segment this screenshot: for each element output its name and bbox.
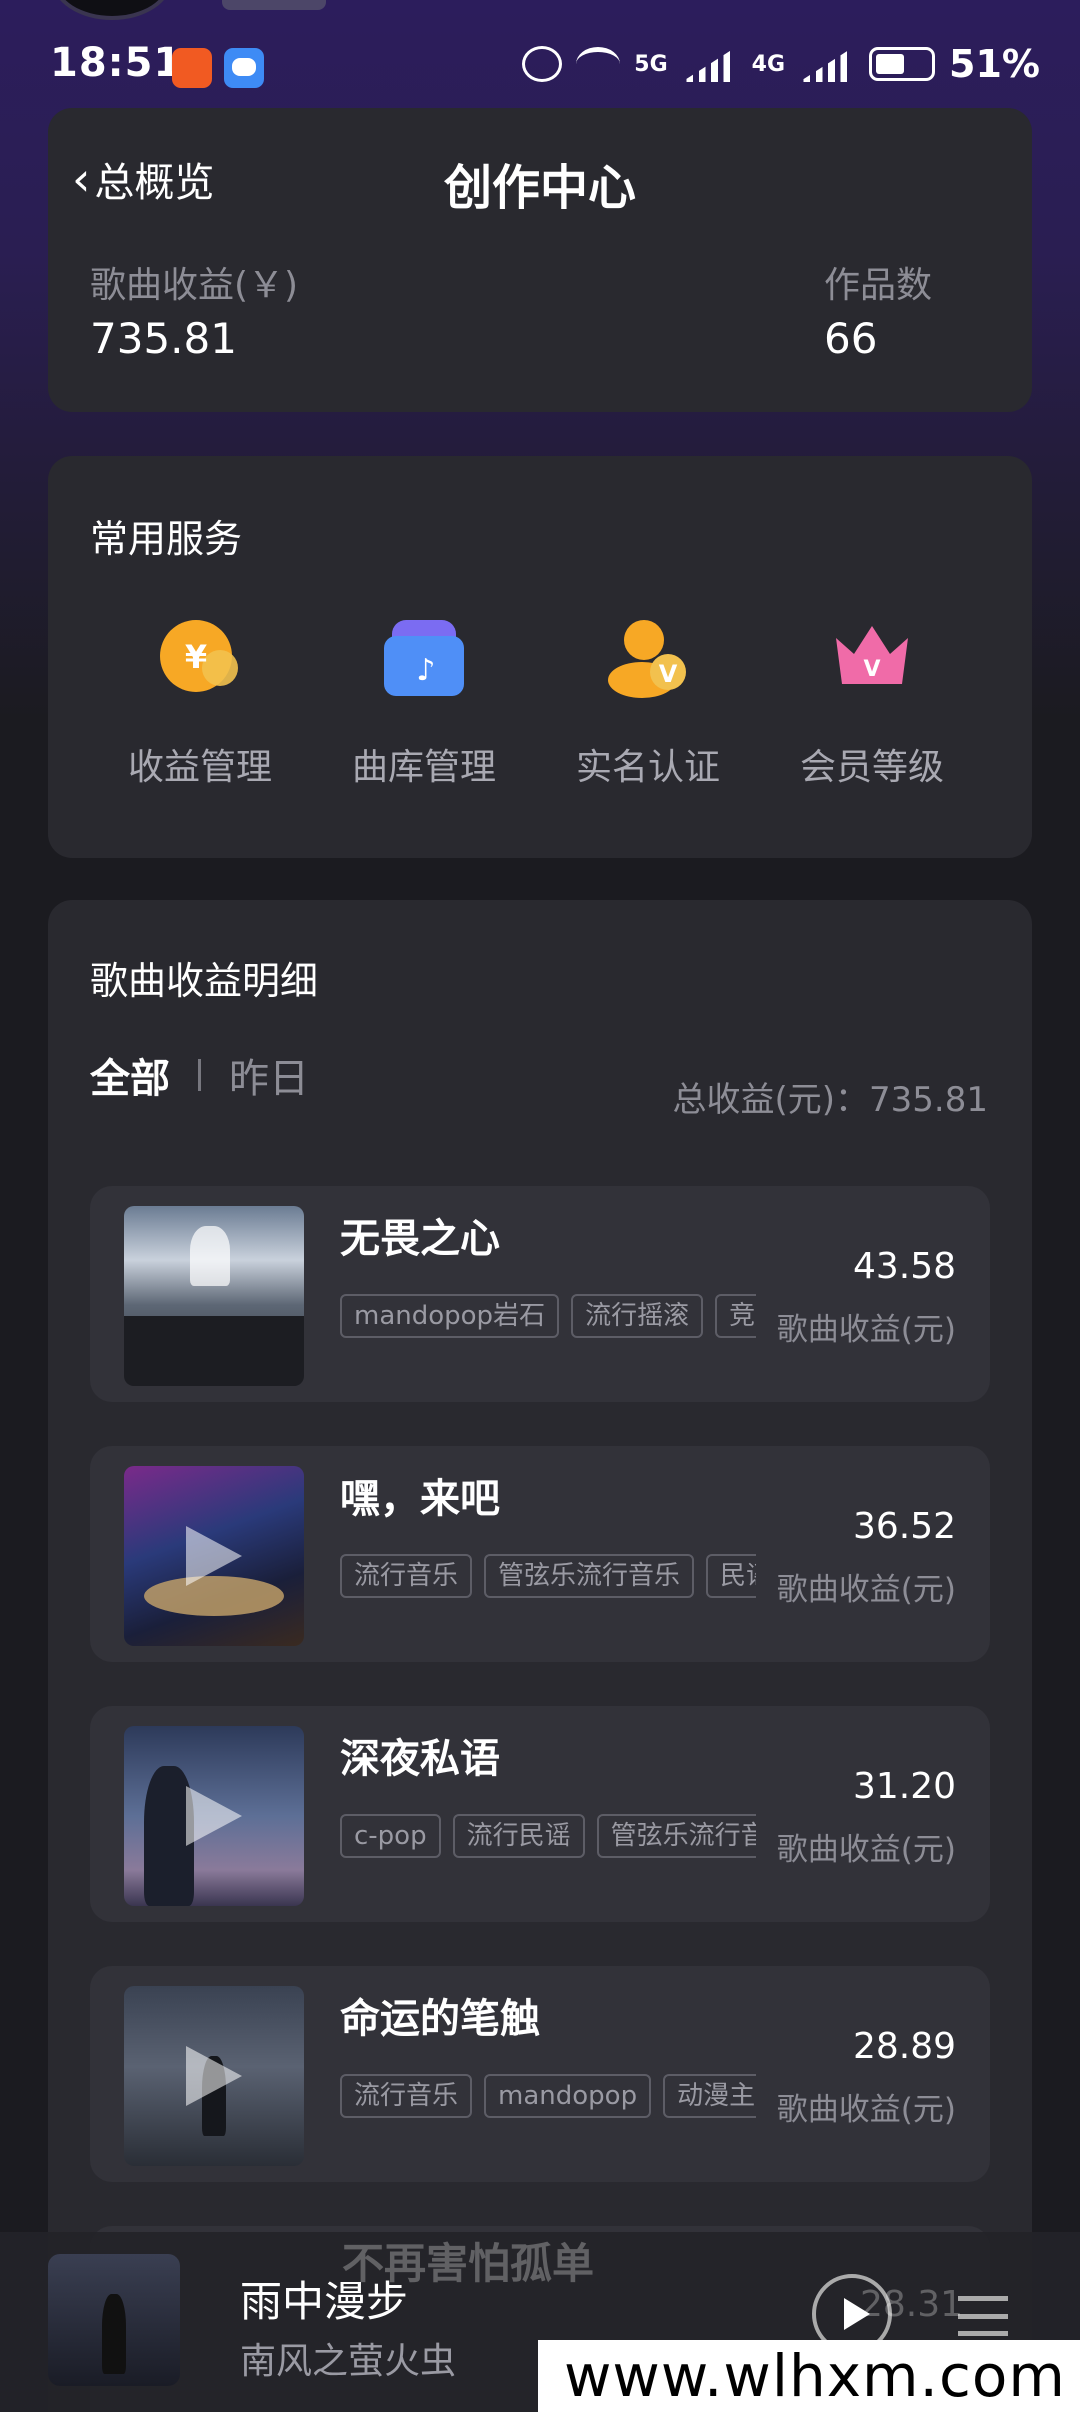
earnings-value: 735.81: [90, 314, 237, 363]
song-item[interactable]: 无畏之心 mandopop岩石流行摇滚竞技 43.58 歌曲收益(元): [90, 1186, 990, 1402]
song-tag: 流行音乐: [340, 2074, 473, 2118]
song-item[interactable]: 命运的笔触 流行音乐mandopop动漫主题曲 28.89 歌曲收益(元): [90, 1966, 990, 2182]
crown-icon: V: [830, 616, 914, 700]
app-notification-icon: [172, 48, 212, 88]
song-tags: 流行音乐mandopop动漫主题曲: [340, 2074, 756, 2124]
play-icon: [186, 1786, 242, 1846]
service-membership-level[interactable]: V 会员等级: [772, 616, 972, 790]
earnings-title: 歌曲收益明细: [90, 959, 319, 1003]
message-notification-icon: [224, 48, 264, 88]
net-4g-label: 4G: [751, 51, 786, 77]
song-tags: mandopop岩石流行摇滚竞技: [340, 1294, 756, 1344]
svg-text:V: V: [863, 657, 880, 682]
peek-song-title: 不再害怕孤单: [342, 2239, 595, 2288]
song-cover: [124, 1726, 304, 1906]
song-earnings-label: 歌曲收益(元): [776, 1832, 956, 1868]
song-tag: 民谣: [706, 1554, 756, 1598]
status-badge: [222, 0, 326, 10]
total-earnings: 总收益(元)：735.81: [672, 1080, 989, 1120]
song-tag: 管弦乐流行音乐: [484, 1554, 695, 1598]
works-value: 66: [824, 314, 878, 363]
music-library-icon: ♪: [382, 616, 466, 700]
song-cover: [124, 1466, 304, 1646]
song-earnings-label: 歌曲收益(元): [776, 1312, 956, 1348]
song-tag: 竞技: [715, 1294, 756, 1338]
service-label: 实名认证: [575, 747, 720, 788]
status-bar: 18:51 5G 4G 51%: [0, 40, 1080, 98]
song-tag: 动漫主题曲: [663, 2074, 756, 2118]
song-earnings: 31.20: [852, 1766, 956, 1807]
svg-text:♪: ♪: [416, 653, 435, 688]
song-earnings-label: 歌曲收益(元): [776, 2092, 956, 2128]
tab-yesterday[interactable]: 昨日: [229, 1046, 309, 1104]
song-earnings: 43.58: [852, 1246, 956, 1287]
song-tags: 流行音乐管弦乐流行音乐民谣: [340, 1554, 756, 1604]
services-card: 常用服务 ¥ 收益管理 ♪ 曲库管理 V 实名认证 V 会员等级: [48, 456, 1032, 858]
service-library-management[interactable]: ♪ 曲库管理: [324, 616, 524, 790]
earnings-tabs: 全部 昨日: [90, 1046, 309, 1104]
song-title: 无畏之心: [340, 1216, 500, 1262]
wifi-icon: [576, 47, 621, 81]
song-tag: mandopop: [484, 2074, 652, 2118]
works-label: 作品数: [824, 265, 933, 306]
song-tag: mandopop岩石: [340, 1294, 560, 1338]
song-tag: c-pop: [340, 1814, 441, 1858]
service-earnings-management[interactable]: ¥ 收益管理: [100, 616, 300, 790]
watermark: www.wlhxm.com: [538, 2340, 1080, 2412]
signal-icon: [681, 46, 738, 82]
status-time: 18:51: [50, 40, 183, 86]
peek-song-earnings: 28.31: [860, 2284, 964, 2325]
song-cover: [124, 1206, 304, 1386]
song-tags: c-pop流行民谣管弦乐流行音乐: [340, 1814, 756, 1864]
song-title: 嘿，来吧: [340, 1476, 500, 1522]
song-tag: 流行摇滚: [571, 1294, 704, 1338]
yen-coin-icon: ¥: [158, 616, 242, 700]
playlist-icon[interactable]: [958, 2296, 1008, 2336]
alarm-icon: [522, 46, 563, 82]
song-cover: [124, 1986, 304, 2166]
battery-level: 51%: [949, 42, 1040, 86]
song-tag: 管弦乐流行音乐: [596, 1814, 756, 1858]
song-title: 深夜私语: [340, 1736, 500, 1782]
song-item[interactable]: 嘿，来吧 流行音乐管弦乐流行音乐民谣 36.52 歌曲收益(元): [90, 1446, 990, 1662]
player-cover: [48, 2254, 180, 2386]
earnings-details-card: 歌曲收益明细 全部 昨日 总收益(元)：735.81 无畏之心 mandopop…: [48, 900, 1032, 2412]
song-title: 命运的笔触: [340, 1996, 540, 2042]
service-label: 收益管理: [127, 747, 272, 788]
earnings-label: 歌曲收益(￥): [90, 265, 299, 306]
overview-card: ‹ 总概览 创作中心 歌曲收益(￥) 735.81 作品数 66: [48, 108, 1032, 412]
service-label: 会员等级: [799, 747, 944, 788]
svg-text:V: V: [659, 660, 678, 688]
svg-text:¥: ¥: [185, 638, 207, 676]
page-title: 创作中心: [443, 160, 636, 216]
verified-user-icon: V: [606, 616, 690, 700]
service-real-name-verification[interactable]: V 实名认证: [548, 616, 748, 790]
services-title: 常用服务: [90, 517, 243, 561]
song-tag: 流行民谣: [452, 1814, 585, 1858]
song-earnings: 36.52: [852, 1506, 956, 1547]
song-tag: 流行音乐: [340, 1554, 473, 1598]
net-5g-label: 5G: [634, 51, 668, 77]
tab-divider: [198, 1059, 201, 1091]
player-artist: 南风之萤火虫: [240, 2341, 457, 2382]
tab-all[interactable]: 全部: [90, 1046, 170, 1104]
song-earnings: 28.89: [852, 2026, 956, 2067]
battery-icon: [869, 47, 936, 81]
signal-icon: [799, 46, 856, 82]
song-item[interactable]: 深夜私语 c-pop流行民谣管弦乐流行音乐 31.20 歌曲收益(元): [90, 1706, 990, 1922]
song-earnings-label: 歌曲收益(元): [776, 1572, 956, 1608]
service-label: 曲库管理: [351, 747, 496, 788]
